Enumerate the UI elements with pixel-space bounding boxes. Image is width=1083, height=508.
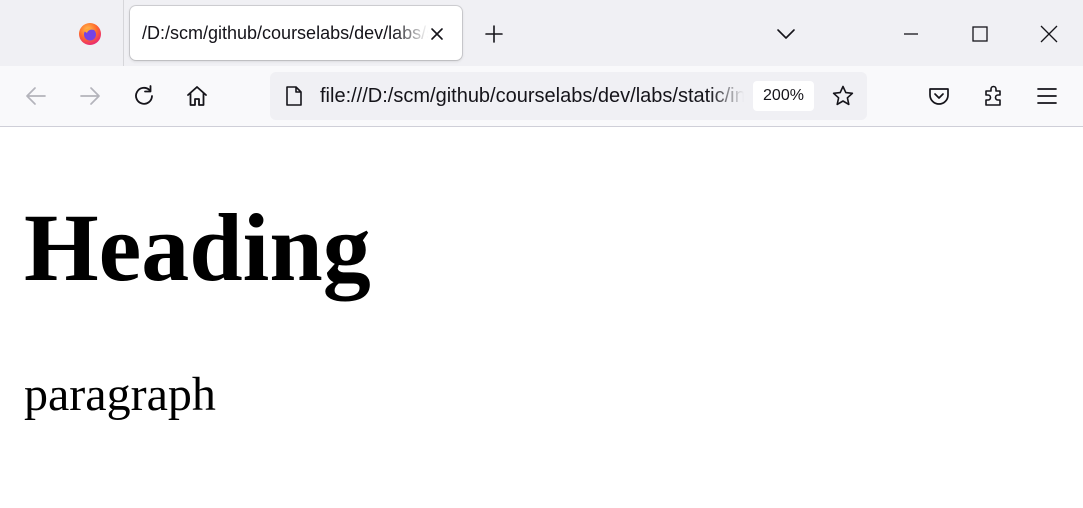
url-bar[interactable]: file:///D:/scm/github/courselabs/dev/lab… (270, 72, 867, 120)
close-icon[interactable] (426, 23, 448, 45)
zoom-level-button[interactable]: 200% (753, 81, 814, 111)
maximize-icon[interactable] (968, 22, 992, 46)
home-icon[interactable] (184, 83, 210, 109)
plus-icon[interactable] (482, 22, 506, 46)
tab-separator (123, 0, 124, 66)
window-close-icon[interactable] (1037, 22, 1061, 46)
pocket-icon[interactable] (926, 83, 952, 109)
firefox-logo-icon (78, 22, 102, 46)
hamburger-icon[interactable] (1034, 83, 1060, 109)
back-arrow-icon[interactable] (23, 83, 49, 109)
page-icon[interactable] (282, 84, 306, 108)
minimize-icon[interactable] (899, 22, 923, 46)
reload-icon[interactable] (131, 83, 157, 109)
page-heading: Heading (24, 194, 371, 301)
tab-title: /D:/scm/github/courselabs/dev/labs/stati… (142, 23, 428, 43)
url-text[interactable]: file:///D:/scm/github/courselabs/dev/lab… (320, 85, 744, 109)
puzzle-icon[interactable] (981, 83, 1007, 109)
page-paragraph: paragraph (24, 368, 216, 421)
active-tab[interactable]: /D:/scm/github/courselabs/dev/labs/stati… (130, 6, 462, 60)
page-content: Heading paragraph (0, 127, 1083, 508)
navigation-bar: file:///D:/scm/github/courselabs/dev/lab… (0, 66, 1083, 127)
chevron-down-icon[interactable] (774, 22, 798, 46)
tab-strip: /D:/scm/github/courselabs/dev/labs/stati… (0, 0, 1083, 66)
forward-arrow-icon[interactable] (77, 83, 103, 109)
star-icon[interactable] (831, 84, 855, 108)
